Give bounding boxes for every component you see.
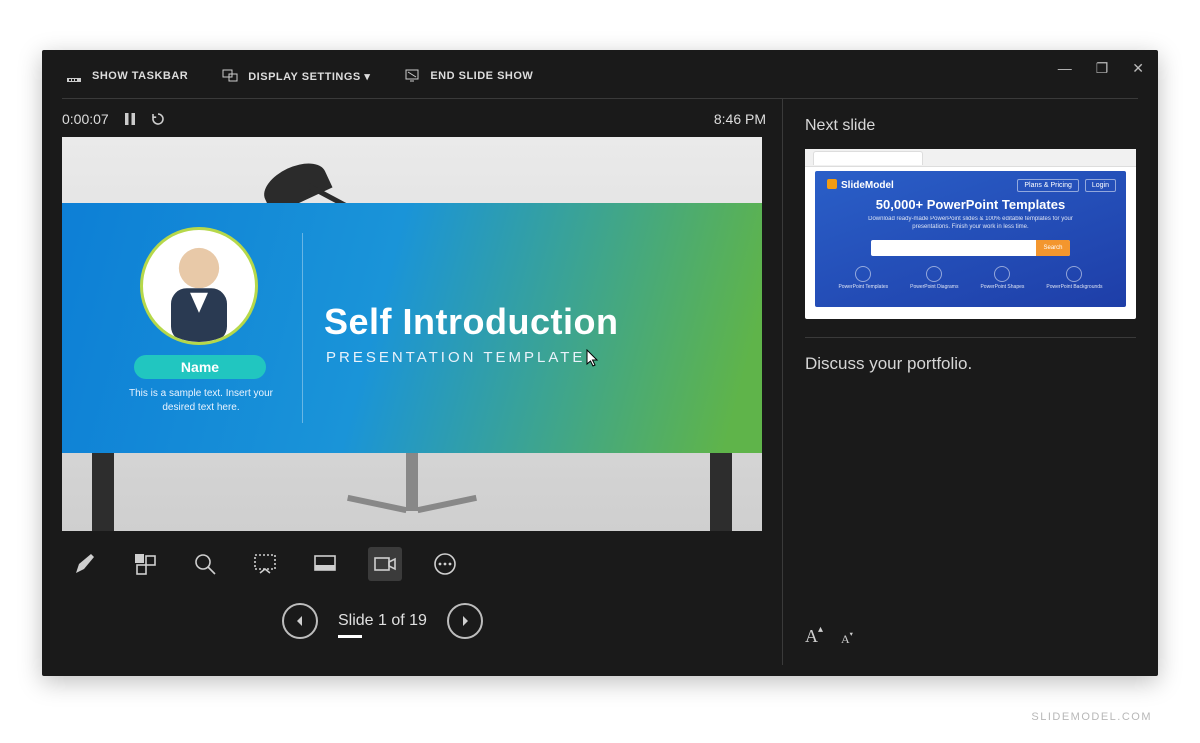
restore-button[interactable]: ❐ [1096, 60, 1109, 77]
close-button[interactable]: ✕ [1132, 60, 1144, 77]
prev-slide-button[interactable] [282, 603, 318, 639]
thumb-categories: PowerPoint Templates PowerPoint Diagrams… [815, 266, 1126, 290]
left-panel: 0:00:07 8:46 PM Name This [42, 99, 782, 665]
font-size-controls: A▴ A▾ [805, 626, 1136, 647]
thumb-cat2: PowerPoint Diagrams [910, 266, 958, 290]
slide-title: Self Introduction [324, 301, 618, 343]
window-controls: — ❐ ✕ [1058, 60, 1144, 77]
display-settings-icon [222, 68, 238, 84]
show-taskbar-button[interactable]: SHOW TASKBAR [66, 68, 188, 84]
clock-time: 8:46 PM [714, 111, 766, 127]
sample-text: This is a sample text. Insert your desir… [122, 387, 280, 414]
more-tools[interactable] [428, 547, 462, 581]
thumb-cat4: PowerPoint Backgrounds [1046, 266, 1102, 290]
subtitle-tool[interactable] [308, 547, 342, 581]
current-slide[interactable]: Name This is a sample text. Insert your … [62, 137, 762, 531]
presenter-tools [62, 547, 766, 581]
elapsed-time: 0:00:07 [62, 111, 109, 127]
increase-font-button[interactable]: A▴ [805, 626, 823, 647]
cursor-icon [586, 349, 600, 372]
slide-banner: Name This is a sample text. Insert your … [62, 203, 762, 453]
banner-divider [302, 233, 303, 423]
decrease-font-button[interactable]: A▾ [841, 632, 853, 647]
thumb-sub: Download ready-made PowerPoint slides & … [862, 216, 1080, 232]
top-toolbar: SHOW TASKBAR DISPLAY SETTINGS ▾ END SLID… [42, 50, 1158, 98]
camera-tool[interactable] [368, 547, 402, 581]
pen-tool[interactable] [68, 547, 102, 581]
taskbar-icon [66, 68, 82, 84]
timer-bar: 0:00:07 8:46 PM [62, 111, 766, 127]
next-slide-button[interactable] [447, 603, 483, 639]
presenter-view-window: — ❐ ✕ SHOW TASKBAR DISPLAY SETTINGS ▾ EN… [42, 50, 1158, 676]
next-slide-thumbnail[interactable]: SlideModel Plans & Pricing Login 50,000+… [805, 149, 1136, 319]
end-slideshow-button[interactable]: END SLIDE SHOW [404, 68, 533, 84]
show-taskbar-label: SHOW TASKBAR [92, 70, 188, 82]
thumb-searchbar: Search [871, 240, 1070, 256]
avatar-image [140, 227, 258, 345]
thumb-headline: 50,000+ PowerPoint Templates [815, 197, 1126, 212]
browser-chrome-graphic [805, 149, 1136, 167]
display-settings-label: DISPLAY SETTINGS ▾ [248, 70, 370, 83]
site-graphic: SlideModel Plans & Pricing Login 50,000+… [815, 171, 1126, 307]
end-show-label: END SLIDE SHOW [430, 70, 533, 82]
display-settings-button[interactable]: DISPLAY SETTINGS ▾ [222, 68, 370, 84]
attribution-text: SLIDEMODEL.COM [1031, 711, 1152, 723]
thumb-plans: Plans & Pricing [1017, 179, 1078, 192]
slide-counter: Slide 1 of 19 [338, 612, 427, 630]
right-panel: Next slide SlideModel Plans & Pricing Lo… [782, 99, 1158, 665]
slide-subtitle: PRESENTATION TEMPLATE [326, 349, 585, 366]
next-slide-label: Next slide [805, 117, 1136, 135]
black-screen-tool[interactable] [248, 547, 282, 581]
slide-nav: Slide 1 of 19 [62, 603, 766, 639]
thumb-logo: SlideModel [827, 179, 894, 191]
minimize-button[interactable]: — [1058, 60, 1072, 77]
see-all-slides[interactable] [128, 547, 162, 581]
restart-icon[interactable] [151, 112, 165, 126]
zoom-tool[interactable] [188, 547, 222, 581]
speaker-notes[interactable]: Discuss your portfolio. [805, 354, 1136, 626]
name-pill: Name [134, 355, 266, 379]
end-show-icon [404, 68, 420, 84]
thumb-cat1: PowerPoint Templates [838, 266, 888, 290]
right-divider [805, 337, 1136, 338]
thumb-login: Login [1085, 179, 1116, 192]
thumb-search-btn: Search [1036, 240, 1070, 256]
pause-icon[interactable] [123, 112, 137, 126]
thumb-cat3: PowerPoint Shapes [980, 266, 1024, 290]
